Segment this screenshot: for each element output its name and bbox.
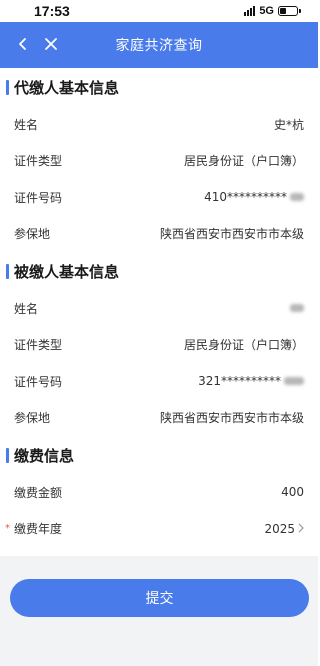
section-accent-bar [6, 263, 9, 279]
payee-idnumber-label: 证件号码 [14, 374, 63, 389]
payee-region-row: 参保地 陕西省西安市西安市市本级 [0, 400, 318, 437]
payer-name-row: 姓名 史*杭 [0, 106, 318, 143]
redacted-mask [284, 377, 304, 386]
payer-section-header: 代缴人基本信息 [0, 68, 318, 106]
payer-idnumber-value: 410********** [204, 190, 287, 205]
payee-name-value-wrap [287, 304, 304, 313]
fee-year-select[interactable]: 2025 [264, 522, 304, 536]
payer-name-label: 姓名 [14, 117, 39, 132]
payee-section-title: 被缴人基本信息 [14, 262, 120, 281]
main-content: 代缴人基本信息 姓名 史*杭 证件类型 居民身份证（户口簿） 证件号码 410*… [0, 68, 318, 547]
payer-region-label: 参保地 [14, 227, 51, 242]
status-bar: 17:53 5G [0, 0, 318, 22]
network-type: 5G [259, 5, 274, 17]
status-time: 17:53 [34, 3, 70, 19]
payer-idtype-value: 居民身份证（户口簿） [183, 154, 304, 169]
payee-region-value: 陕西省西安市西安市市本级 [159, 411, 304, 426]
nav-bar: 家庭共济查询 [0, 22, 318, 68]
payer-region-row: 参保地 陕西省西安市西安市市本级 [0, 216, 318, 253]
close-icon[interactable] [40, 33, 62, 55]
payer-idnumber-label: 证件号码 [14, 190, 63, 205]
payer-idnumber-row: 证件号码 410********** [0, 179, 318, 216]
payee-idtype-label: 证件类型 [14, 338, 63, 353]
payer-section-title: 代缴人基本信息 [14, 78, 120, 97]
payee-idnumber-value: 321********** [198, 374, 281, 389]
payee-name-label: 姓名 [14, 301, 39, 316]
payee-section-header: 被缴人基本信息 [0, 252, 318, 290]
redacted-mask [290, 304, 304, 313]
payee-idnumber-row: 证件号码 321********** [0, 363, 318, 400]
payer-region-value: 陕西省西安市西安市市本级 [159, 227, 304, 242]
chevron-right-icon [298, 522, 304, 536]
fee-amount-value: 400 [281, 485, 304, 500]
signal-icon [244, 6, 256, 16]
section-accent-bar [6, 447, 9, 463]
payer-name-value: 史*杭 [273, 117, 304, 132]
required-mark: * [5, 522, 10, 534]
payee-idtype-value: 居民身份证（户口簿） [183, 338, 304, 353]
fee-year-row[interactable]: * 缴费年度 2025 [0, 511, 318, 548]
battery-icon [278, 6, 301, 16]
payee-idnumber-value-wrap: 321********** [198, 374, 304, 388]
fee-amount-row: 缴费金额 400 [0, 474, 318, 511]
payee-region-label: 参保地 [14, 411, 51, 426]
fee-amount-label: 缴费金额 [14, 485, 63, 500]
fee-year-value: 2025 [264, 521, 295, 536]
payee-idtype-row: 证件类型 居民身份证（户口簿） [0, 327, 318, 364]
payer-idtype-label: 证件类型 [14, 154, 63, 169]
payer-idnumber-value-wrap: 410********** [204, 190, 304, 204]
redacted-mask [290, 193, 304, 202]
payer-idtype-row: 证件类型 居民身份证（户口簿） [0, 143, 318, 180]
fee-year-label: 缴费年度 [14, 522, 63, 537]
submit-button[interactable]: 提交 [10, 579, 309, 617]
fee-section-header: 缴费信息 [0, 436, 318, 474]
chevron-left-icon[interactable] [12, 33, 34, 55]
status-indicators: 5G [244, 5, 301, 17]
payee-name-row: 姓名 [0, 290, 318, 327]
fee-section-title: 缴费信息 [14, 446, 75, 465]
section-accent-bar [6, 79, 9, 95]
